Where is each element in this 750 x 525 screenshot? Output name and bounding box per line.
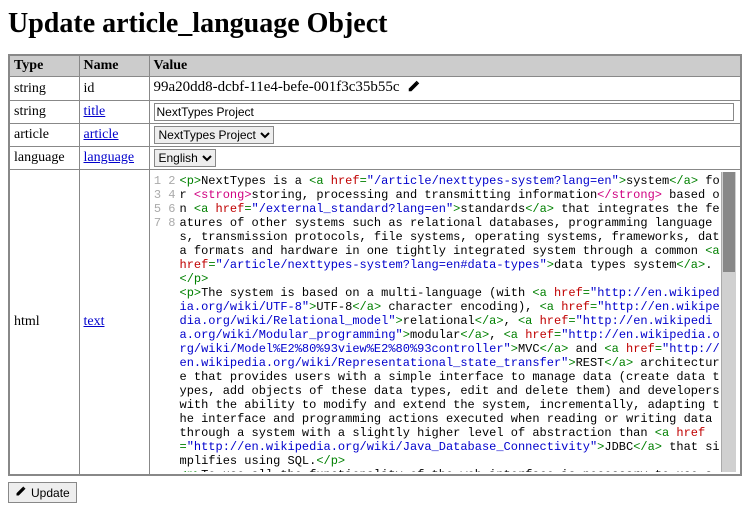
type-cell: string [9,101,79,124]
col-name: Name [79,55,149,77]
type-cell: article [9,124,79,147]
type-cell: language [9,147,79,170]
article-select[interactable]: NextTypes Project [154,126,274,144]
update-button-label: Update [31,486,70,500]
col-type: Type [9,55,79,77]
editor-gutter: 1 2 3 4 5 6 7 8 [154,172,180,472]
html-editor[interactable]: 1 2 3 4 5 6 7 8 <p>NextTypes is a <a hre… [154,172,737,472]
editor-scrollbar[interactable] [721,172,736,472]
name-link-text[interactable]: text [84,314,105,329]
title-input[interactable] [154,103,734,121]
edit-id-icon[interactable] [407,79,421,98]
col-value: Value [149,55,741,77]
type-cell: html [9,170,79,476]
id-value: 99a20dd8-dcbf-11e4-befe-001f3c35b55c [154,79,400,95]
name-link-language[interactable]: language [84,150,135,165]
form-table: Type Name Value string id 99a20dd8-dcbf-… [8,54,742,476]
language-select[interactable]: English [154,149,216,167]
scrollbar-thumb[interactable] [723,172,735,272]
name-link-article[interactable]: article [84,127,119,142]
name-link-title[interactable]: title [84,104,106,119]
editor-code[interactable]: <p>NextTypes is a <a href="/article/next… [180,172,721,472]
update-button[interactable]: Update [8,482,77,503]
type-cell: string [9,77,79,101]
page-title: Update article_language Object [8,8,742,40]
name-cell: id [79,77,149,101]
pencil-icon [15,485,27,500]
